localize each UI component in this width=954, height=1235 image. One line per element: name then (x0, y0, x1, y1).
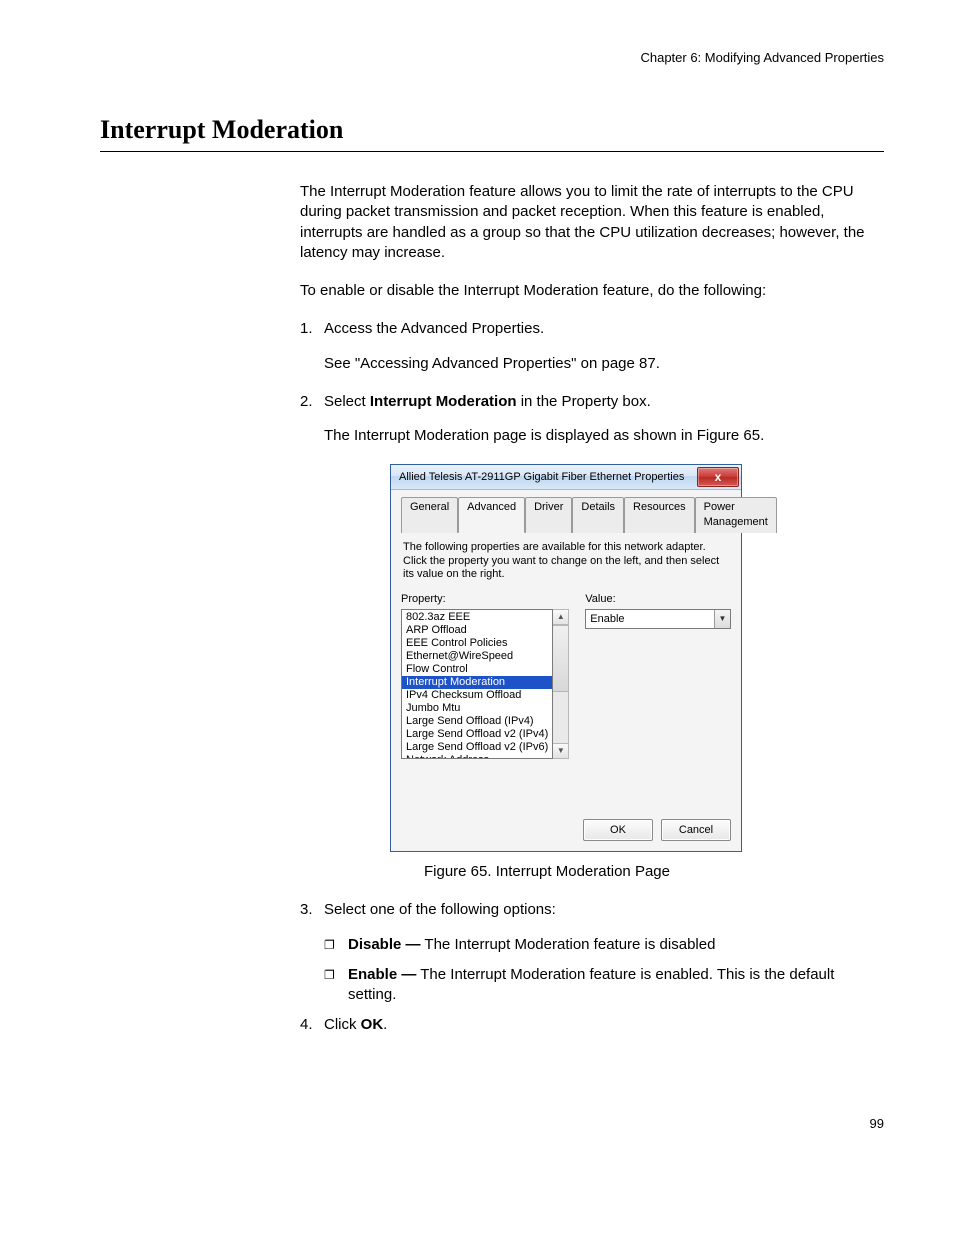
chapter-header: Chapter 6: Modifying Advanced Properties (100, 50, 884, 65)
figure-65: Allied Telesis AT-2911GP Gigabit Fiber E… (390, 464, 884, 852)
step-text: Click OK. (324, 1015, 884, 1035)
ok-button[interactable]: OK (583, 819, 653, 841)
tab-driver[interactable]: Driver (525, 497, 572, 533)
list-item[interactable]: EEE Control Policies (402, 637, 552, 650)
step-number: 2. (300, 392, 324, 412)
option-disable-text: The Interrupt Moderation feature is disa… (421, 936, 716, 953)
step-2: 2. Select Interrupt Moderation in the Pr… (300, 392, 884, 412)
option-disable-label: Disable — (348, 936, 421, 953)
value-selected: Enable (586, 612, 714, 627)
lead-paragraph: To enable or disable the Interrupt Moder… (300, 281, 884, 301)
listbox-scrollbar[interactable]: ▲ ▼ (553, 609, 569, 759)
value-label: Value: (585, 592, 731, 607)
list-item[interactable]: Large Send Offload v2 (IPv4) (402, 728, 552, 741)
scroll-up-icon[interactable]: ▲ (553, 610, 568, 625)
step-4-pre: Click (324, 1016, 361, 1033)
step-text: Select one of the following options: (324, 900, 884, 920)
list-item[interactable]: Large Send Offload (IPv4) (402, 715, 552, 728)
list-item[interactable]: Ethernet@WireSpeed (402, 650, 552, 663)
tab-resources[interactable]: Resources (624, 497, 695, 533)
step-2-pre: Select (324, 393, 370, 410)
bullet-icon: ❐ (324, 965, 348, 1006)
property-label: Property: (401, 592, 569, 607)
step-text: Access the Advanced Properties. (324, 319, 884, 339)
step-2-bold: Interrupt Moderation (370, 393, 517, 410)
tab-general[interactable]: General (401, 497, 458, 533)
option-enable: ❐ Enable — The Interrupt Moderation feat… (324, 965, 884, 1006)
cancel-button[interactable]: Cancel (661, 819, 731, 841)
close-icon: x (715, 469, 722, 485)
page-number: 99 (100, 1116, 884, 1131)
list-item[interactable]: Network Address (402, 754, 552, 759)
option-enable-label: Enable — (348, 966, 416, 983)
step-1-reference: See "Accessing Advanced Properties" on p… (324, 354, 884, 374)
step-4-bold: OK (361, 1016, 384, 1033)
section-title: Interrupt Moderation (100, 115, 884, 145)
list-item[interactable]: IPv4 Checksum Offload (402, 689, 552, 702)
step-number: 4. (300, 1015, 324, 1035)
close-button[interactable]: x (697, 467, 739, 487)
scroll-thumb[interactable] (553, 625, 568, 692)
dialog-instructions: The following properties are available f… (403, 541, 729, 582)
tab-advanced[interactable]: Advanced (458, 497, 525, 533)
figure-caption: Figure 65. Interrupt Moderation Page (210, 862, 884, 882)
option-disable: ❐ Disable — The Interrupt Moderation fea… (324, 935, 884, 955)
dialog-title: Allied Telesis AT-2911GP Gigabit Fiber E… (399, 470, 697, 485)
section-divider (100, 151, 884, 152)
list-item[interactable]: 802.3az EEE (402, 611, 552, 624)
step-2-post: in the Property box. (517, 393, 651, 410)
option-enable-text: The Interrupt Moderation feature is enab… (348, 966, 834, 1003)
intro-paragraph: The Interrupt Moderation feature allows … (300, 182, 884, 263)
property-listbox[interactable]: 802.3az EEE ARP Offload EEE Control Poli… (401, 609, 553, 759)
step-1: 1. Access the Advanced Properties. (300, 319, 884, 339)
step-number: 3. (300, 900, 324, 920)
step-3: 3. Select one of the following options: (300, 900, 884, 920)
value-combobox[interactable]: Enable ▼ (585, 609, 731, 629)
step-2-after: The Interrupt Moderation page is display… (324, 426, 884, 446)
step-4-post: . (383, 1016, 387, 1033)
tab-strip: General Advanced Driver Details Resource… (401, 496, 731, 533)
tab-power-management[interactable]: Power Management (695, 497, 777, 533)
list-item[interactable]: ARP Offload (402, 624, 552, 637)
chevron-down-icon[interactable]: ▼ (714, 610, 730, 628)
scroll-down-icon[interactable]: ▼ (553, 743, 568, 758)
list-item[interactable]: Large Send Offload v2 (IPv6) (402, 741, 552, 754)
step-4: 4. Click OK. (300, 1015, 884, 1035)
step-text: Select Interrupt Moderation in the Prope… (324, 392, 884, 412)
step-number: 1. (300, 319, 324, 339)
dialog-titlebar[interactable]: Allied Telesis AT-2911GP Gigabit Fiber E… (391, 465, 741, 490)
tab-details[interactable]: Details (572, 497, 624, 533)
list-item[interactable]: Jumbo Mtu (402, 702, 552, 715)
bullet-icon: ❐ (324, 935, 348, 955)
list-item-selected[interactable]: Interrupt Moderation (402, 676, 552, 689)
properties-dialog: Allied Telesis AT-2911GP Gigabit Fiber E… (390, 464, 742, 852)
list-item[interactable]: Flow Control (402, 663, 552, 676)
scroll-track[interactable] (553, 625, 568, 743)
